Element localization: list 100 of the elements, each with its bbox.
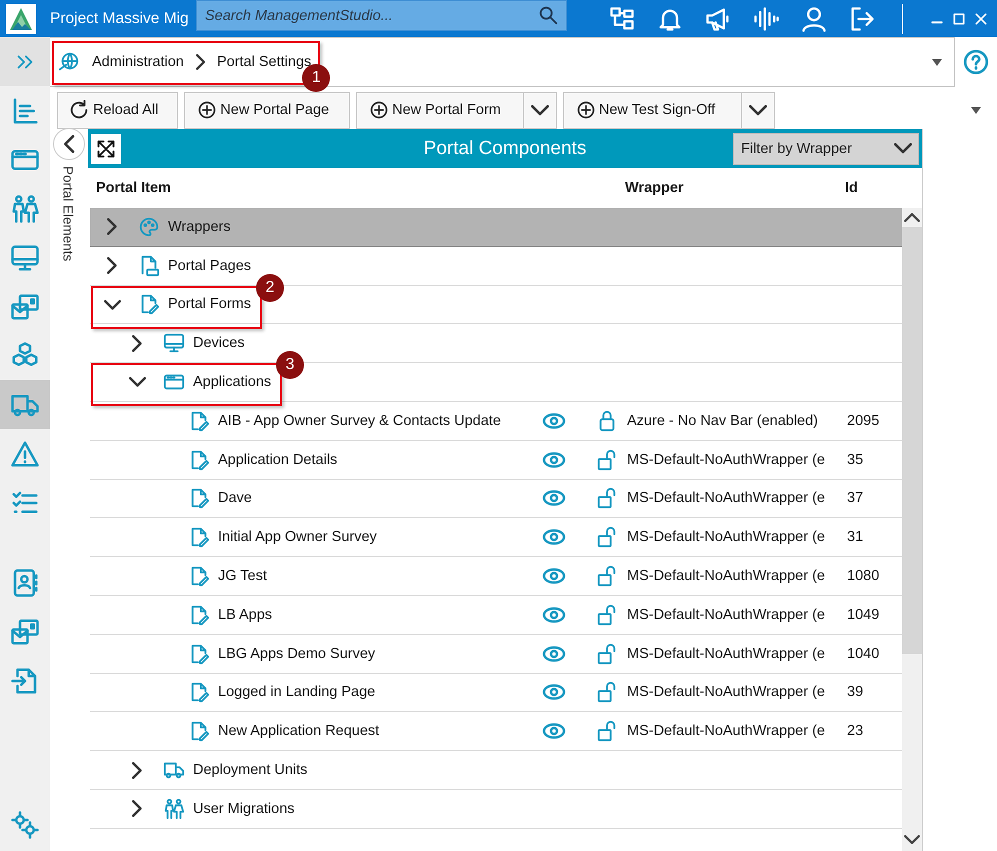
column-header: Portal Item [95, 180, 172, 196]
id-cell-text: 39 [847, 684, 864, 700]
scroll-up-icon[interactable] [904, 212, 920, 222]
palette-icon [138, 216, 160, 238]
wrapper-cell-text: MS-Default-NoAuthWrapper (e [627, 646, 826, 662]
wrapper-cell-text: MS-Default-NoAuthWrapper (e [627, 529, 826, 546]
chevron-down-icon[interactable] [104, 300, 120, 310]
mail-icon[interactable] [10, 616, 40, 646]
chevron-right-icon[interactable] [132, 762, 142, 779]
tree-row[interactable]: JG Test MS-Default-NoAuthWrapper (e 1080 [90, 557, 902, 596]
filter-dropdown[interactable]: Filter by Wrapper [733, 132, 919, 164]
tree-item-label: Portal Forms [168, 296, 251, 312]
tree-row[interactable]: Deployment Units [90, 751, 902, 790]
dropdown-button[interactable] [742, 92, 776, 128]
tree-item-label: Dave [218, 490, 252, 506]
wrapper-cell-text: MS-Default-NoAuthWrapper (e [627, 606, 826, 623]
close-icon[interactable] [973, 10, 989, 26]
monitor-icon[interactable] [10, 242, 40, 272]
column-header: Wrapper [625, 180, 685, 196]
caret-icon [749, 104, 768, 116]
tree-item-label: Portal Pages [168, 258, 252, 274]
tree-item-label: Initial App Owner Survey [218, 529, 377, 546]
user-icon[interactable] [800, 4, 828, 32]
caret-icon [894, 143, 912, 154]
expand-icon [96, 138, 116, 158]
wrapper-cell-text: MS-Default-NoAuthWrapper (e [627, 684, 826, 700]
lock-open-icon[interactable] [596, 720, 618, 742]
tree-row[interactable]: AIB - App Owner Survey & Contacts Update Azure - No Nav Bar (enabled) 2095 [90, 402, 902, 441]
logo-icon [8, 6, 34, 32]
monitor-icon [163, 332, 185, 354]
tree-row[interactable]: Logged in Landing Page MS-Default-NoAuthWrapper (e 39 [90, 674, 902, 712]
toolbar-button[interactable]: Reload All [57, 92, 178, 128]
chevron-left-icon [64, 135, 74, 153]
tree-row[interactable]: Initial App Owner Survey MS-Default-NoAuthWrapper (e 31 [90, 518, 902, 558]
dropdown-button[interactable] [524, 92, 557, 128]
maximize-icon[interactable] [951, 10, 967, 26]
expand-button[interactable] [91, 134, 121, 164]
search-field[interactable]: Search ManagementStudio... [196, 0, 567, 31]
breadcrumb-item[interactable]: Administration [92, 54, 184, 70]
tree-row[interactable]: Application Details MS-Default-NoAuthWrapper (e 35 [90, 440, 902, 480]
tree-item-label: JG Test [218, 568, 267, 584]
tree-row[interactable]: User Migrations [90, 790, 902, 829]
add-icon [369, 100, 390, 120]
tree-row[interactable]: Dave MS-Default-NoAuthWrapper (e 37 [90, 480, 902, 518]
toolbar-button[interactable]: New Portal Form [356, 92, 524, 128]
lock-open-icon[interactable] [596, 487, 618, 510]
overflow-caret[interactable] [971, 106, 981, 114]
settings-icon[interactable] [10, 810, 40, 840]
people-icon [163, 798, 185, 820]
chevron-right-icon[interactable] [107, 218, 117, 236]
tree-row[interactable]: LB Apps MS-Default-NoAuthWrapper (e 1049 [90, 596, 902, 635]
search-icon [537, 4, 559, 26]
caret-icon [530, 104, 549, 116]
chevron-down-icon[interactable] [128, 377, 146, 387]
tree-item-label: New Application Request [218, 723, 380, 740]
nav-button[interactable] [0, 380, 50, 429]
tree-row[interactable]: LBG Apps Demo Survey MS-Default-NoAuthWrapper (e 1040 [90, 634, 902, 674]
tree-row[interactable]: New Application Request MS-Default-NoAuthWrapper (e 23 [90, 712, 902, 752]
scrollbar-thumb[interactable] [902, 227, 922, 654]
toolbar-button[interactable]: New Test Sign-Off [562, 92, 742, 128]
chevron-right-icon[interactable] [132, 334, 142, 352]
lock-open-icon[interactable] [596, 565, 618, 588]
tree-item-label: Wrappers [168, 218, 231, 235]
tree-item-label: User Migrations [193, 800, 295, 817]
tree-row[interactable]: Wrappers [90, 208, 902, 247]
overflow-caret[interactable] [932, 58, 942, 66]
hierarchy-icon[interactable] [608, 4, 636, 32]
toolbar-button[interactable]: New Portal Page [184, 92, 350, 128]
add-icon [197, 100, 218, 120]
scroll-down-icon[interactable] [904, 834, 920, 844]
id-cell-text: 23 [847, 723, 864, 740]
wrapper-cell-text: MS-Default-NoAuthWrapper (e [627, 568, 826, 584]
lock-open-icon[interactable] [596, 526, 618, 548]
tree-item-label: Devices [193, 335, 245, 352]
lock-open-icon[interactable] [596, 642, 618, 665]
collapse-button[interactable] [53, 128, 85, 160]
lock-open-icon[interactable] [596, 448, 618, 471]
mail-icon[interactable] [10, 292, 40, 322]
chevron-right-icon[interactable] [132, 800, 142, 818]
column-header: Id [845, 180, 859, 196]
warning-icon[interactable] [10, 438, 40, 468]
panel-title: Portal Components [424, 138, 586, 158]
nav-button[interactable] [0, 37, 50, 86]
waveform-icon[interactable] [752, 4, 780, 32]
lock-open-icon[interactable] [596, 681, 618, 704]
globe-icon [58, 51, 80, 73]
chevron-right-icon[interactable] [107, 257, 117, 274]
lock-open-icon[interactable] [596, 604, 618, 626]
callout-badge: 2 [256, 274, 284, 302]
tree-item-label: Deployment Units [193, 762, 308, 778]
callout-badge: 3 [276, 351, 304, 379]
tree-item-label: Logged in Landing Page [218, 684, 376, 700]
side-tab-label[interactable]: Portal Elements [60, 166, 76, 262]
tree-item-label: LB Apps [218, 606, 272, 623]
add-icon [576, 100, 596, 120]
help-icon[interactable] [963, 49, 989, 75]
wrapper-cell-text: MS-Default-NoAuthWrapper (e [627, 452, 826, 468]
id-cell-text: 31 [847, 529, 864, 546]
people-icon[interactable] [10, 194, 40, 224]
id-cell-text: 1080 [847, 568, 880, 584]
